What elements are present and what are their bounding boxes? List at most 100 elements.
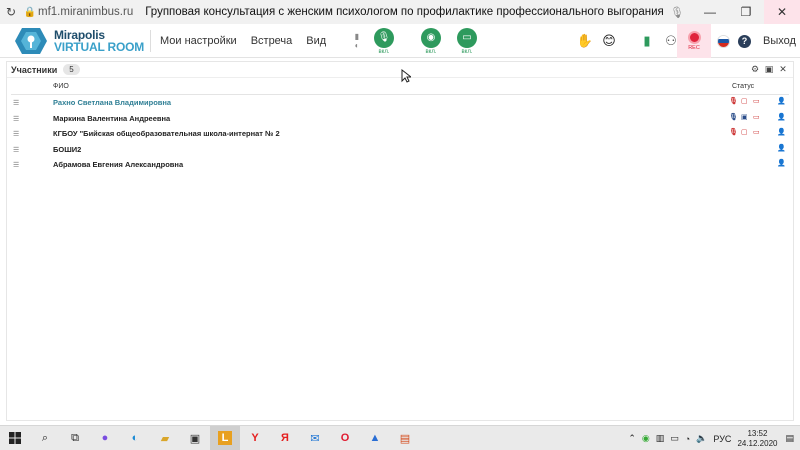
- column-fio[interactable]: ФИО: [53, 83, 69, 90]
- poll-chart-icon[interactable]: ▮: [636, 33, 658, 49]
- panel-title: Участники: [11, 64, 58, 75]
- logo: Mirapolis VIRTUAL ROOM: [14, 26, 144, 56]
- photos-icon[interactable]: ▲: [360, 426, 390, 450]
- file-explorer-icon[interactable]: ▰: [150, 426, 180, 450]
- participant-row[interactable]: ☰ БОШИ2 👤: [7, 142, 793, 158]
- mail-icon[interactable]: ✉: [300, 426, 330, 450]
- microphone-button[interactable]: 🎙 вкл.: [370, 27, 398, 55]
- menu-view[interactable]: Вид: [306, 35, 326, 47]
- panel-settings-icon[interactable]: ⚙: [749, 64, 761, 75]
- record-button[interactable]: REC: [677, 24, 711, 58]
- tray-expand-icon[interactable]: ⌃: [628, 433, 636, 444]
- search-icon[interactable]: ⌕: [30, 426, 60, 450]
- tray-time: 13:52: [747, 428, 768, 438]
- tray-date: 24.12.2020: [737, 438, 778, 448]
- main-menu: Мои настройки Встреча Вид: [160, 24, 340, 58]
- tray-wifi-icon[interactable]: ◔: [685, 434, 690, 444]
- panel-close-icon[interactable]: ✕: [777, 64, 789, 75]
- opera-icon[interactable]: O: [330, 426, 360, 450]
- help-icon[interactable]: ?: [738, 34, 751, 48]
- browser-domain[interactable]: mf1.miranimbus.ru: [38, 6, 133, 18]
- menu-meeting[interactable]: Встреча: [251, 35, 293, 47]
- windows-taskbar: ⌕ ⧉ ● ◐ ▰ ▣ L Y Я ✉ O ▲ ▤ ⌃ ◉ ▥ ▭ ◔ 🔈 РУ…: [0, 425, 800, 450]
- handset-icon: ▮: [354, 32, 360, 41]
- app-header: Mirapolis VIRTUAL ROOM Мои настройки Вст…: [0, 24, 800, 58]
- drag-handle-icon[interactable]: ☰: [13, 115, 19, 123]
- browser-bar: ↻ 🔒 mf1.miranimbus.ru Групповая консульт…: [0, 0, 800, 24]
- participant-name: Маркина Валентина Андреевна: [53, 113, 171, 123]
- participant-name: БОШИ2: [53, 144, 82, 154]
- audio-toggle[interactable]: ▮ ◐: [350, 32, 364, 50]
- tray-network-icon[interactable]: ▥: [656, 433, 665, 444]
- presenter-icon: 👤: [777, 113, 786, 121]
- record-label: REC: [688, 45, 700, 51]
- system-tray: ⌃ ◉ ▥ ▭ ◔ 🔈 РУС 13:52 24.12.2020 ▤: [628, 426, 800, 450]
- store-icon[interactable]: ▣: [180, 426, 210, 450]
- tray-volume-icon[interactable]: 🔈: [696, 433, 707, 444]
- participants-panel: Участники 5 ⚙ ▣ ✕ ФИО Статус ☰ Рахно Све…: [6, 61, 794, 421]
- logo-line2: VIRTUAL ROOM: [54, 40, 145, 54]
- screen-off-icon[interactable]: ▭: [753, 97, 760, 105]
- screen-off-icon[interactable]: ▭: [753, 113, 760, 121]
- yandex-icon[interactable]: Я: [270, 426, 300, 450]
- participant-row[interactable]: ☰ КГБОУ "Бийская общеобразовательная шко…: [7, 126, 793, 142]
- participant-count-badge: 5: [63, 64, 80, 75]
- participant-row[interactable]: ☰ Абрамова Евгения Александровна 👤: [7, 157, 793, 173]
- windows-start-icon[interactable]: [0, 426, 30, 450]
- camera-off-icon[interactable]: ▢: [741, 97, 748, 105]
- tray-display-icon[interactable]: ▭: [670, 433, 679, 444]
- column-headers: ФИО Статус: [7, 81, 793, 93]
- mic-on-icon[interactable]: 🎙: [729, 113, 738, 121]
- mic-muted-icon[interactable]: 🎙: [729, 97, 738, 105]
- microphone-label: вкл.: [378, 48, 390, 55]
- participant-name: Абрамова Евгения Александровна: [53, 160, 184, 169]
- panel-maximize-icon[interactable]: ▣: [763, 64, 775, 75]
- yandex-browser-icon[interactable]: Y: [240, 426, 270, 450]
- menu-my-settings[interactable]: Мои настройки: [160, 35, 237, 47]
- lang-help-exit: ? Выход: [717, 24, 796, 58]
- drag-handle-icon[interactable]: ☰: [13, 130, 19, 138]
- minimize-button[interactable]: —: [692, 5, 728, 19]
- tray-clock[interactable]: 13:52 24.12.2020: [737, 429, 777, 449]
- screen-share-button[interactable]: ▭ вкл.: [453, 27, 481, 55]
- tray-app-icon[interactable]: ◉: [642, 433, 650, 444]
- window-controls: 🎙 — ❐ ✕: [662, 0, 800, 24]
- drag-handle-icon[interactable]: ☰: [13, 146, 19, 154]
- screen-share-icon: ▭: [457, 27, 477, 48]
- restore-button[interactable]: ❐: [728, 5, 764, 19]
- screen-off-icon[interactable]: ▭: [753, 128, 760, 136]
- emoji-icon[interactable]: 😊: [598, 33, 620, 49]
- mic-muted-icon[interactable]: 🎙: [729, 128, 738, 136]
- russian-flag-icon[interactable]: [717, 34, 730, 48]
- close-window-button[interactable]: ✕: [764, 0, 800, 24]
- reload-icon[interactable]: ↻: [0, 5, 22, 19]
- drag-handle-icon[interactable]: ☰: [13, 99, 19, 107]
- browser-mic-icon[interactable]: 🎙: [662, 6, 692, 19]
- task-view-icon[interactable]: ⧉: [60, 426, 90, 450]
- powerpoint-icon[interactable]: ▤: [390, 426, 420, 450]
- presenter-icon: 👤: [777, 98, 786, 105]
- drag-handle-icon[interactable]: ☰: [13, 161, 19, 169]
- webcam-button[interactable]: ◉ вкл.: [417, 27, 445, 55]
- camera-on-icon[interactable]: ▣: [741, 113, 748, 121]
- alice-assistant-icon[interactable]: ●: [90, 426, 120, 450]
- raise-hand-icon[interactable]: ✋: [574, 33, 596, 49]
- lock-icon[interactable]: 🔒: [22, 7, 38, 18]
- toggle-switch-icon: ◐: [354, 41, 360, 50]
- edge-browser-icon[interactable]: ◐: [120, 426, 150, 450]
- panel-header: Участники 5 ⚙ ▣ ✕: [7, 62, 793, 78]
- listener-icon: 👤: [777, 160, 786, 167]
- participant-name: КГБОУ "Бийская общеобразовательная школа…: [53, 129, 280, 138]
- exit-button[interactable]: Выход: [763, 35, 796, 47]
- volume-level-indicator: [406, 31, 409, 51]
- participants-list: ☰ Рахно Светлана Владимировна 🎙 ▢ ▭ 👤 ☰ …: [7, 95, 793, 173]
- camera-off-icon[interactable]: ▢: [741, 128, 748, 136]
- active-app-icon[interactable]: L: [210, 425, 240, 450]
- tray-language[interactable]: РУС: [713, 434, 731, 444]
- notifications-icon[interactable]: ▤: [785, 433, 794, 444]
- participant-row[interactable]: ☰ Маркина Валентина Андреевна 🎙 ▣ ▭ 👤: [7, 111, 793, 127]
- browser-page-title: Групповая консультация с женским психоло…: [145, 6, 665, 18]
- column-status[interactable]: Статус: [732, 83, 754, 90]
- header-divider: [150, 30, 151, 52]
- participant-row[interactable]: ☰ Рахно Светлана Владимировна 🎙 ▢ ▭ 👤: [7, 95, 793, 111]
